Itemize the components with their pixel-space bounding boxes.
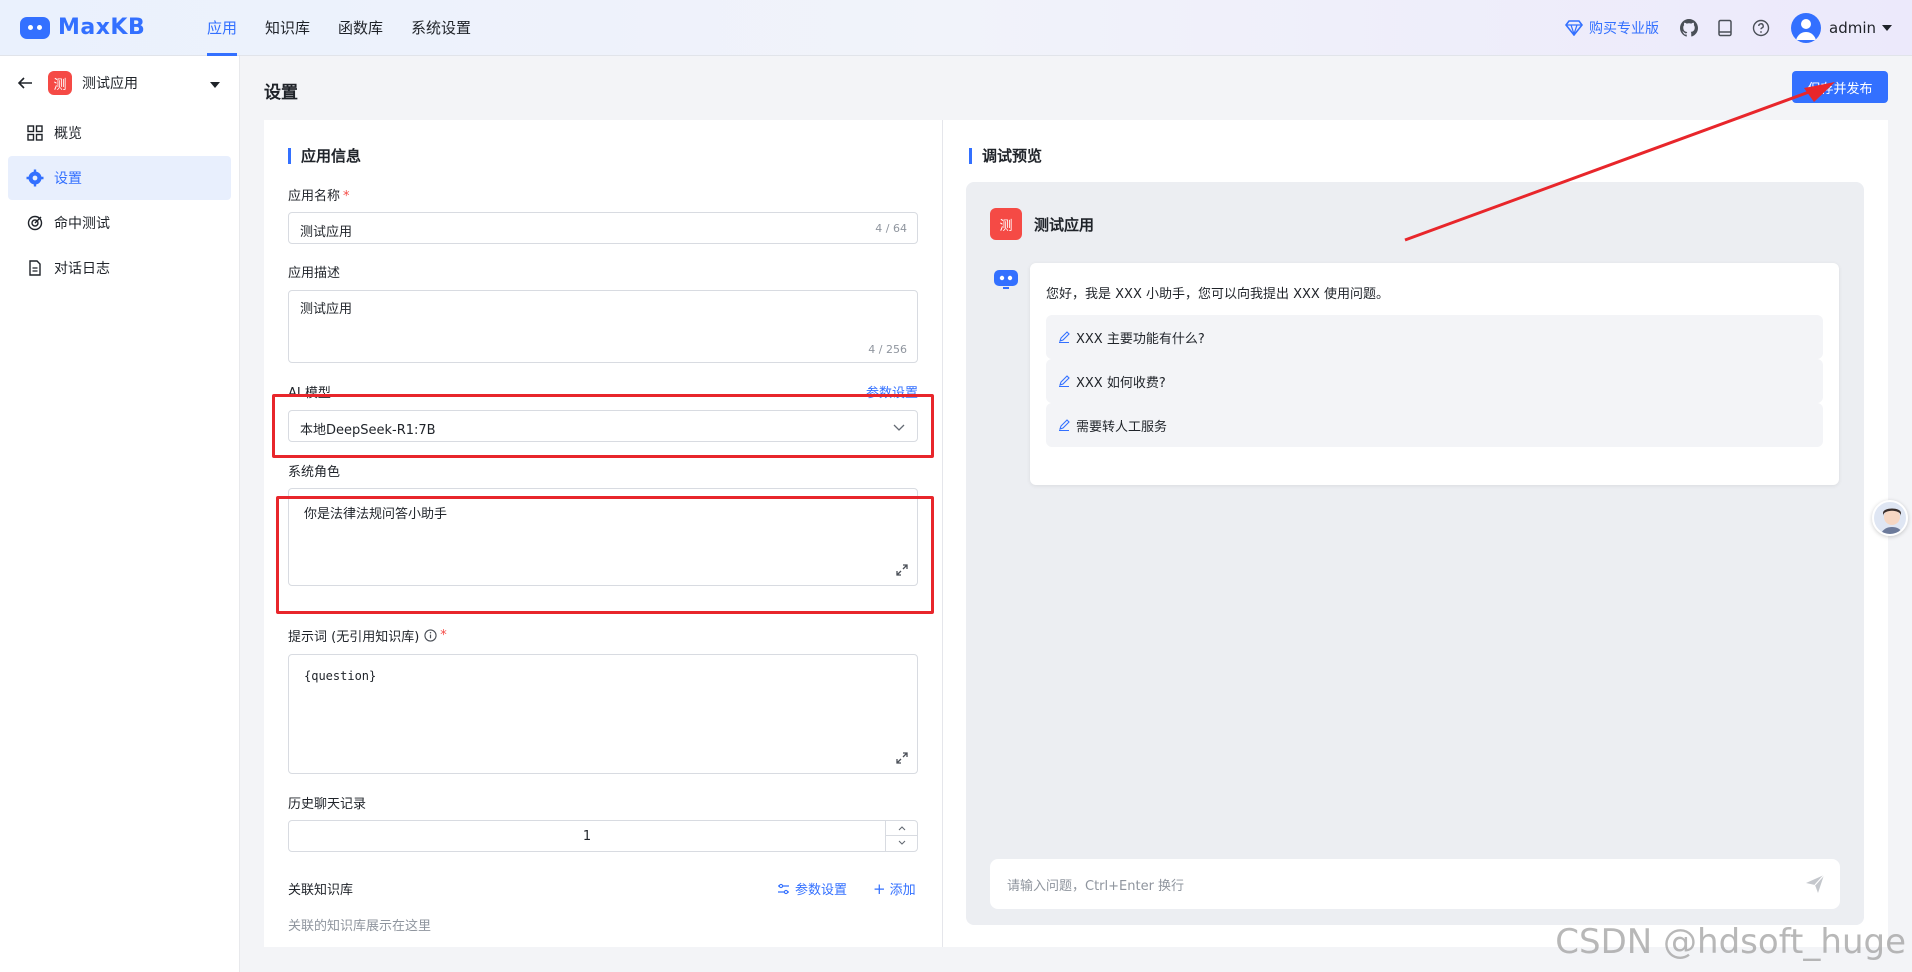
app-name: 测试应用 [82,76,138,92]
info-icon[interactable] [424,629,437,642]
page-title: 设置 [264,83,298,103]
nav-item-apps[interactable]: 应用 [207,0,238,56]
greeting-bubble: 您好，我是 XXX 小助手，您可以向我提出 XXX 使用问题。 XXX 主要功能… [1030,263,1839,485]
preview-app-name: 测试应用 [1034,215,1095,234]
chevron-down-icon [893,424,905,431]
suggested-question[interactable]: 需要转人工服务 [1046,403,1823,447]
sidebar-item-label: 命中测试 [54,216,110,232]
prompt-value: {question} [304,669,377,683]
kb-label: 关联知识库 [288,883,354,898]
app-info-card: 应用信息 应用名称 * 测试应用 4 / 64 应用描述 测试应用 4 / 256… [264,120,942,947]
app-name-value: 测试应用 [300,225,353,240]
kb-add-link[interactable]: + 添加 [873,879,916,899]
expand-icon[interactable] [895,751,909,765]
github-icon[interactable] [1679,18,1699,38]
stepper-down-button[interactable] [886,836,917,850]
book-icon[interactable] [1715,18,1735,38]
side-menu: 概览 设置 命中测试 对话日志 [0,111,239,290]
help-icon[interactable] [1751,18,1771,38]
sidebar-item-label: 对话日志 [54,261,110,277]
sidebar-item-chat-logs[interactable]: 对话日志 [8,246,231,290]
edit-icon [1059,331,1070,343]
avatar[interactable] [1791,13,1821,43]
app-desc-value: 测试应用 [300,302,353,317]
app-name-counter: 4 / 64 [875,222,907,235]
system-role-value: 你是法律法规问答小助手 [304,507,448,522]
system-role-label: 系统角色 [288,465,341,480]
edit-icon [1059,375,1070,387]
buy-pro-link[interactable]: 购买专业版 [1565,18,1659,38]
prompt-label: 提示词 (无引用知识库) * [288,628,447,645]
nav-item-system-settings[interactable]: 系统设置 [411,0,471,56]
chevron-up-icon [898,826,905,831]
history-stepper[interactable]: 1 [288,820,918,852]
kb-empty-text: 关联的知识库展示在这里 [288,919,432,934]
app-badge: 测 [48,71,72,95]
logo-text: MaxKB [58,15,146,40]
sidebar-item-overview[interactable]: 概览 [8,111,231,155]
app-name-label: 应用名称 * [288,189,350,204]
top-bar: MaxKB 应用 知识库 函数库 系统设置 购买专业版 admin [0,0,1912,56]
app-desc-label: 应用描述 [288,266,341,281]
document-icon [26,259,44,277]
logo[interactable]: MaxKB [20,15,170,40]
send-icon[interactable] [1804,873,1826,895]
app-name-input[interactable]: 测试应用 4 / 64 [288,212,918,244]
nav-item-knowledge[interactable]: 知识库 [265,0,310,56]
ai-model-label: AI 模型 [288,386,331,401]
app-info-title: 应用信息 [288,148,361,164]
preview-header: 测 测试应用 [990,208,1094,240]
suggested-question[interactable]: XXX 如何收费? [1046,359,1823,403]
system-role-textarea[interactable]: 你是法律法规问答小助手 [288,488,918,586]
user-name[interactable]: admin [1829,19,1876,37]
sidebar-item-hit-test[interactable]: 命中测试 [8,201,231,245]
sidebar-item-label: 概览 [54,126,82,142]
suggested-question[interactable]: XXX 主要功能有什么? [1046,315,1823,359]
target-icon [26,214,44,232]
model-param-settings-link[interactable]: 参数设置 [866,382,918,401]
bot-avatar-icon [994,270,1018,289]
history-label: 历史聊天记录 [288,797,367,812]
nav-item-functions[interactable]: 函数库 [338,0,383,56]
annotation-arrow [1404,82,1835,242]
grid-icon [26,124,44,142]
sidebar: 测 测试应用 概览 设置 命中测试 对话日志 [0,56,240,972]
plus-icon: + [873,879,886,898]
back-arrow-icon[interactable] [16,74,34,92]
expand-icon[interactable] [895,563,909,577]
main-nav: 应用 知识库 函数库 系统设置 [207,0,499,56]
ai-model-value: 本地DeepSeek-R1:7B [300,423,436,438]
chevron-down-icon [898,840,905,845]
preview-title: 调试预览 [969,148,1042,164]
app-switcher[interactable]: 测 测试应用 [0,56,239,110]
sliders-icon [778,883,789,894]
chat-input[interactable]: 请输入问题，Ctrl+Enter 换行 [990,859,1840,909]
sidebar-item-settings[interactable]: 设置 [8,156,231,200]
kb-param-settings-link[interactable]: 参数设置 [777,879,847,898]
stepper-up-button[interactable] [886,821,917,836]
gear-icon [26,169,44,187]
caret-down-icon[interactable] [1882,25,1892,31]
logo-icon [20,16,50,39]
edit-icon [1059,419,1070,431]
app-desc-textarea[interactable]: 测试应用 4 / 256 [288,290,918,363]
preview-app-badge: 测 [990,208,1022,240]
stepper-controls [885,821,917,851]
ai-model-select[interactable]: 本地DeepSeek-R1:7B [288,410,918,442]
history-value: 1 [582,829,592,844]
chat-input-placeholder: 请输入问题，Ctrl+Enter 换行 [1007,878,1185,894]
diamond-icon [1565,20,1583,36]
greeting-text: 您好，我是 XXX 小助手，您可以向我提出 XXX 使用问题。 [1046,287,1389,302]
buy-pro-label: 购买专业版 [1589,21,1659,37]
app-desc-counter: 4 / 256 [868,343,907,356]
prompt-textarea[interactable]: {question} [288,654,918,774]
watermark: CSDN @hdsoft_huge [1555,922,1906,962]
app-dropdown-icon[interactable] [210,82,220,88]
assistant-float-avatar[interactable] [1872,500,1908,536]
sidebar-item-label: 设置 [54,171,82,187]
